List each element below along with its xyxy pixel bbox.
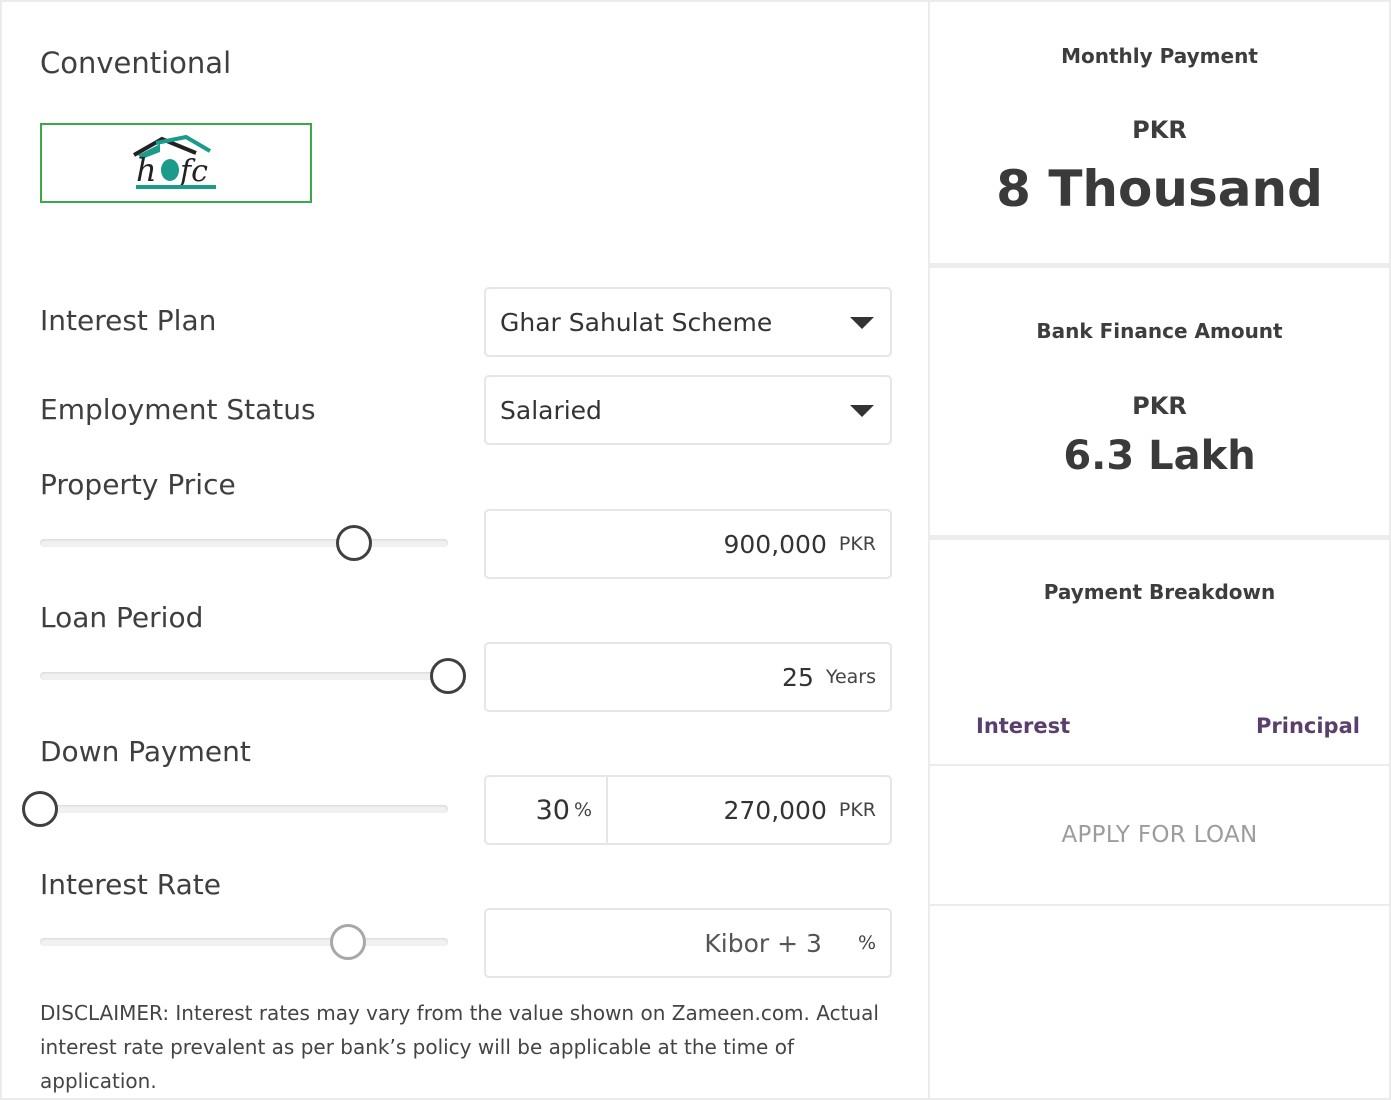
loan-period-unit: Years — [825, 666, 876, 688]
loan-period-slider[interactable] — [40, 658, 466, 694]
employment-status-label: Employment Status — [40, 393, 316, 426]
disclaimer-text: DISCLAIMER: Interest rates may vary from… — [40, 1001, 879, 1093]
legend-principal: Principal — [1256, 714, 1360, 738]
chevron-down-icon — [850, 405, 874, 417]
down-payment-field: 30 % 270,000 PKR — [484, 775, 892, 845]
svg-text:fc: fc — [178, 154, 208, 189]
loan-period-label: Loan Period — [40, 601, 204, 634]
property-price-label: Property Price — [40, 468, 236, 501]
property-price-field[interactable]: 900,000 PKR — [484, 509, 892, 579]
loan-period-field[interactable]: 25 Years — [484, 642, 892, 712]
loan-period-slider-handle[interactable] — [430, 658, 466, 694]
section-title: Conventional — [40, 46, 232, 80]
bank-finance-currency: PKR — [1132, 392, 1187, 420]
property-price-unit: PKR — [838, 533, 876, 555]
interest-rate-field[interactable]: Kibor + 3 % — [484, 908, 892, 978]
interest-rate-label: Interest Rate — [40, 868, 222, 901]
bank-finance-amount: 6.3 Lakh — [1063, 433, 1256, 479]
down-payment-slider-handle[interactable] — [22, 791, 58, 827]
down-payment-amount-field[interactable]: 270,000 PKR — [608, 777, 890, 843]
chevron-down-icon — [850, 317, 874, 329]
down-payment-amount-value: 270,000 — [723, 795, 827, 825]
interest-plan-value: Ghar Sahulat Scheme — [500, 307, 773, 337]
interest-rate-unit: % — [857, 932, 876, 954]
bank-finance-card: Bank Finance Amount PKR 6.3 Lakh — [930, 268, 1389, 540]
down-payment-percent-unit: % — [573, 799, 592, 821]
loan-period-value: 25 — [782, 662, 814, 692]
down-payment-slider[interactable] — [22, 791, 448, 827]
property-price-value: 900,000 — [723, 529, 827, 559]
interest-plan-select[interactable]: Ghar Sahulat Scheme — [484, 287, 892, 357]
down-payment-label: Down Payment — [40, 735, 251, 768]
employment-status-select[interactable]: Salaried — [484, 375, 892, 445]
results-panel: Monthly Payment PKR 8 Thousand Bank Fina… — [928, 0, 1391, 1100]
svg-text:h: h — [136, 151, 157, 189]
interest-rate-slider[interactable] — [40, 924, 448, 960]
bank-logo-box[interactable]: h fc — [40, 123, 312, 203]
payment-breakdown-caption: Payment Breakdown — [1043, 580, 1276, 604]
interest-plan-label: Interest Plan — [40, 304, 217, 337]
down-payment-percent-field[interactable]: 30 % — [486, 777, 608, 843]
monthly-payment-card: Monthly Payment PKR 8 Thousand — [930, 2, 1389, 268]
interest-rate-slider-handle[interactable] — [330, 924, 367, 960]
interest-rate-value: Kibor + 3 — [704, 928, 822, 958]
property-price-slider[interactable] — [40, 525, 448, 561]
hbfc-logo-icon: h fc — [133, 134, 216, 189]
legend-interest: Interest — [976, 714, 1071, 738]
down-payment-amount-unit: PKR — [838, 799, 876, 821]
down-payment-percent-value: 30 — [535, 794, 570, 826]
monthly-payment-currency: PKR — [1132, 116, 1187, 144]
calculator-panel: Conventional h fc Interest Plan Ghar Sah… — [0, 0, 930, 1100]
apply-for-loan-button[interactable]: APPLY FOR LOAN — [930, 764, 1389, 906]
employment-status-value: Salaried — [500, 395, 602, 425]
monthly-payment-amount: 8 Thousand — [996, 160, 1323, 218]
property-price-slider-handle[interactable] — [336, 525, 373, 561]
monthly-payment-caption: Monthly Payment — [1061, 44, 1258, 68]
bank-finance-caption: Bank Finance Amount — [1036, 319, 1283, 343]
